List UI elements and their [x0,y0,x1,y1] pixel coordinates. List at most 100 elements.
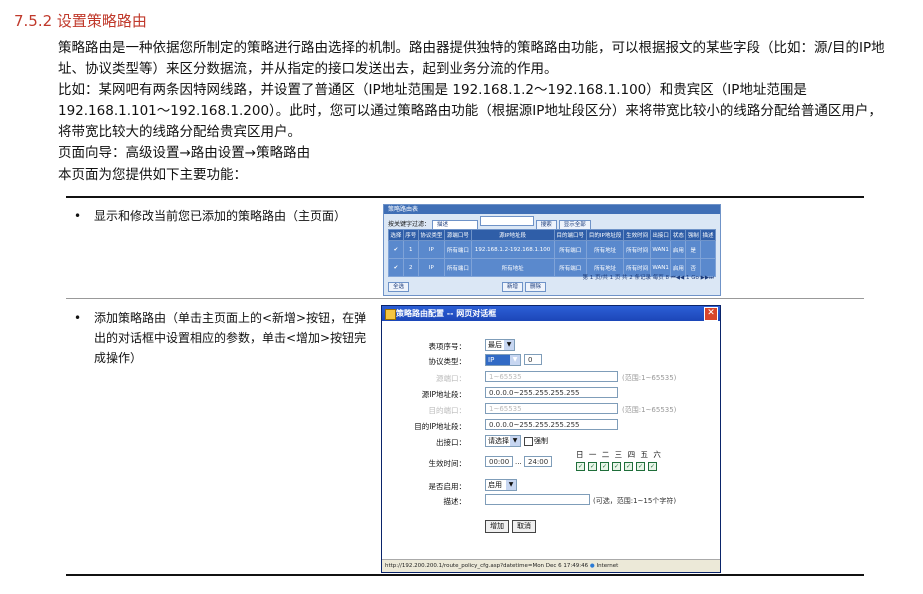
paragraph-functions: 本页面为您提供如下主要功能： [58,167,247,183]
source-port-hint: (范围:1~65535) [622,374,677,382]
chevron-down-icon: ▼ [506,480,516,490]
feature-add-text: 添加策略路由（单击主页面上的<新增>按钮，在弹出的对话框中设置相应的参数，单击<… [94,311,367,365]
dest-ip-label: 目的IP地址段： [414,422,466,431]
row-select-checkbox[interactable]: ✔ [388,240,404,259]
chevron-down-icon: ▼ [504,340,514,350]
select-all-button[interactable]: 全选 [388,282,410,292]
source-port-label: 源端口： [436,374,466,383]
policy-route-config-dialog: 策略路由配置 -- 网页对话框 ✕ 表项序号： 最后 ▼ 协议类型： IP ▼ 0 … [381,305,721,573]
description-label: 描述： [443,497,467,506]
table-cell: 所有时间 [623,240,651,259]
table-cell: 所有地址 [470,258,555,277]
enable-select[interactable]: 启用 ▼ [485,479,517,491]
col-header: 生效时间 [623,229,651,241]
table-cell: 所有端口 [553,240,587,259]
weekday-headers: 日 一 二 三 四 五 六 [576,450,661,459]
description-hint: (可选，范围:1~15个字符) [593,497,677,505]
col-header: 协议类型 [417,229,446,241]
table-cell: WAN1 [649,240,672,259]
table-top-rule [66,196,864,198]
protocol-select[interactable]: IP ▼ [485,354,521,366]
table-cell: IP [417,258,446,277]
pager[interactable]: 第 1 页/共 1 页 共 2 条记录 每页 8 ⏮◀◀ 1 Go ▶▶⏭ [582,273,714,282]
day-checkbox[interactable]: ✓ [624,462,633,471]
table-cell: 2 [402,258,419,277]
interface-label: 出接口： [436,438,466,447]
route-table: 选择 序号 协议类型 源端口号 源IP地址段 目的端口号 目的IP地址段 生效时… [388,229,716,277]
dialog-title-bar: 策略路由配置 -- 网页对话框 ✕ [382,306,720,321]
policy-route-table-screenshot: 策略路由表 按关键字过滤： 描述 搜索 显示全部 选择 序号 协议类型 源端口号… [383,204,721,296]
dest-port-input[interactable]: 1~65535 [485,403,618,414]
feature-list-text: 显示和修改当前您已添加的策略路由（主页面） [94,209,347,223]
col-header: 序号 [402,229,419,241]
source-port-input[interactable]: 1~65535 [485,371,618,382]
paragraph-intro: 策略路由是一种依据您所制定的策略进行路由选择的机制。路由器提供独特的策略路由功能… [58,40,885,77]
status-bar: http://192.200.200.1/route_policy_cfg.as… [382,559,720,572]
dialog-title: 策略路由配置 -- 网页对话框 [396,309,497,318]
add-confirm-button[interactable]: 增加 [485,520,509,533]
col-header: 状态 [670,229,687,241]
row-select-checkbox[interactable]: ✔ [388,258,404,277]
day-checkbox[interactable]: ✓ [600,462,609,471]
col-header: 强制 [685,229,702,241]
time-label: 生效时间： [428,459,467,468]
chevron-down-icon: ▼ [510,436,520,446]
cancel-button[interactable]: 取消 [512,520,536,533]
description-input[interactable] [485,494,590,505]
table-header-row: 选择 序号 协议类型 源端口号 源IP地址段 目的端口号 目的IP地址段 生效时… [388,229,716,241]
table-cell: 所有地址 [585,240,625,259]
time-to-input[interactable]: 24:00 [524,456,552,467]
table-cell: 所有端口 [444,258,472,277]
source-ip-label: 源IP地址段： [421,390,466,399]
window-icon [385,309,396,320]
dialog-form: 表项序号： 最后 ▼ 协议类型： IP ▼ 0 源端口： 1~65535 (范围:1… [382,321,720,560]
order-select[interactable]: 最后 ▼ [485,339,515,351]
source-ip-input[interactable]: 0.0.0.0~255.255.255.255 [485,387,618,398]
close-icon[interactable]: ✕ [704,307,718,321]
table-cell: 所有端口 [444,240,472,259]
table-panel-title: 策略路由表 [384,205,720,214]
table-cell: 1 [402,240,419,259]
dest-port-hint: (范围:1~65535) [622,406,677,414]
enable-label: 是否启用： [428,482,467,491]
table-cell: 是 [685,240,702,259]
time-separator: ... [515,458,522,466]
table-cell: 192.168.1.2-192.168.1.100 [470,240,555,259]
day-checkbox[interactable]: ✓ [588,462,597,471]
filter-input[interactable] [479,216,534,226]
col-header: 目的端口号 [553,229,587,241]
bullet-dot: • [74,311,82,325]
table-row[interactable]: ✔ 1 IP 所有端口 192.168.1.2-192.168.1.100 所有… [388,240,716,259]
col-header: 源IP地址段 [470,229,555,241]
status-zone: Internet [596,563,619,569]
section-heading: 7.5.2 设置策略路由 [14,12,147,30]
row-divider [66,298,864,299]
delete-button[interactable]: 删除 [524,282,546,292]
protocol-number-input[interactable]: 0 [524,354,542,365]
day-checkbox[interactable]: ✓ [612,462,621,471]
col-header: 选择 [388,229,404,241]
dest-port-label: 目的端口： [428,406,467,415]
day-checkbox[interactable]: ✓ [636,462,645,471]
table-cell: IP [417,240,446,259]
day-checkbox[interactable]: ✓ [576,462,585,471]
filter-label: 按关键字过滤： [388,221,431,228]
status-url: http://192.200.200.1/route_policy_cfg.as… [385,563,589,569]
filter-bar: 按关键字过滤： 描述 搜索 显示全部 [388,216,716,230]
chevron-down-icon: ▼ [510,355,520,365]
day-checkbox[interactable]: ✓ [648,462,657,471]
force-label: 强制 [534,437,548,445]
col-header: 源端口号 [444,229,472,241]
col-header: 描述 [700,229,716,241]
table-bottom-rule [66,574,864,576]
protocol-label: 协议类型： [428,357,467,366]
paragraph-nav-guide: 页面向导：高级设置→路由设置→策略路由 [58,145,311,161]
interface-select[interactable]: 请选择 ▼ [485,435,521,447]
col-header: 出接口 [649,229,672,241]
globe-icon: ● [589,563,595,569]
force-checkbox[interactable] [524,437,533,446]
time-from-input[interactable]: 00:00 [485,456,513,467]
col-header: 目的IP地址段 [585,229,625,241]
dest-ip-input[interactable]: 0.0.0.0~255.255.255.255 [485,419,618,430]
add-button[interactable]: 新增 [502,282,524,292]
